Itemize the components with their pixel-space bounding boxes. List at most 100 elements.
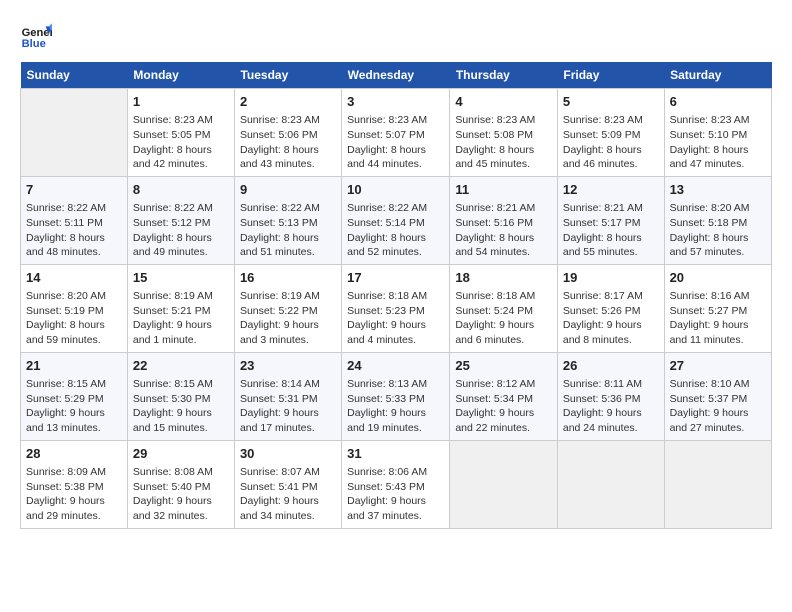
- day-info: Sunrise: 8:23 AMSunset: 5:09 PMDaylight:…: [563, 113, 659, 172]
- day-info: Sunrise: 8:17 AMSunset: 5:26 PMDaylight:…: [563, 289, 659, 348]
- day-number: 30: [240, 445, 336, 463]
- day-info: Sunrise: 8:21 AMSunset: 5:16 PMDaylight:…: [455, 201, 552, 260]
- day-cell: 4 Sunrise: 8:23 AMSunset: 5:08 PMDaylight…: [450, 89, 558, 177]
- day-info: Sunrise: 8:19 AMSunset: 5:22 PMDaylight:…: [240, 289, 336, 348]
- day-info: Sunrise: 8:23 AMSunset: 5:08 PMDaylight:…: [455, 113, 552, 172]
- day-cell: 1 Sunrise: 8:23 AMSunset: 5:05 PMDaylight…: [127, 89, 234, 177]
- day-info: Sunrise: 8:09 AMSunset: 5:38 PMDaylight:…: [26, 465, 122, 524]
- day-cell: 8 Sunrise: 8:22 AMSunset: 5:12 PMDaylight…: [127, 176, 234, 264]
- day-info: Sunrise: 8:23 AMSunset: 5:10 PMDaylight:…: [670, 113, 766, 172]
- day-cell: [664, 440, 771, 528]
- col-header-thursday: Thursday: [450, 62, 558, 89]
- day-cell: 15 Sunrise: 8:19 AMSunset: 5:21 PMDayligh…: [127, 264, 234, 352]
- day-info: Sunrise: 8:18 AMSunset: 5:23 PMDaylight:…: [347, 289, 444, 348]
- day-cell: 14Sunrise: 8:20 AMSunset: 5:19 PMDayligh…: [21, 264, 128, 352]
- day-number: 26: [563, 357, 659, 375]
- day-info: Sunrise: 8:07 AMSunset: 5:41 PMDaylight:…: [240, 465, 336, 524]
- day-cell: 25 Sunrise: 8:12 AMSunset: 5:34 PMDayligh…: [450, 352, 558, 440]
- day-number: 13: [670, 181, 766, 199]
- day-cell: 10 Sunrise: 8:22 AMSunset: 5:14 PMDayligh…: [342, 176, 450, 264]
- day-number: 27: [670, 357, 766, 375]
- day-info: Sunrise: 8:22 AMSunset: 5:11 PMDaylight:…: [26, 201, 122, 260]
- week-row-4: 21 Sunrise: 8:15 AMSunset: 5:29 PMDayligh…: [21, 352, 772, 440]
- page-header: General Blue: [20, 20, 772, 52]
- day-cell: 23 Sunrise: 8:14 AMSunset: 5:31 PMDayligh…: [234, 352, 341, 440]
- calendar-table: SundayMondayTuesdayWednesdayThursdayFrid…: [20, 62, 772, 529]
- day-number: 1: [133, 93, 229, 111]
- day-info: Sunrise: 8:20 AMSunset: 5:19 PMDaylight:…: [26, 289, 122, 348]
- col-header-wednesday: Wednesday: [342, 62, 450, 89]
- day-number: 6: [670, 93, 766, 111]
- day-cell: 3 Sunrise: 8:23 AMSunset: 5:07 PMDaylight…: [342, 89, 450, 177]
- day-number: 21: [26, 357, 122, 375]
- day-cell: [557, 440, 664, 528]
- week-row-2: 7Sunrise: 8:22 AMSunset: 5:11 PMDaylight…: [21, 176, 772, 264]
- day-number: 4: [455, 93, 552, 111]
- logo-icon: General Blue: [20, 20, 52, 52]
- day-number: 25: [455, 357, 552, 375]
- day-number: 3: [347, 93, 444, 111]
- col-header-friday: Friday: [557, 62, 664, 89]
- week-row-5: 28 Sunrise: 8:09 AMSunset: 5:38 PMDayligh…: [21, 440, 772, 528]
- day-info: Sunrise: 8:12 AMSunset: 5:34 PMDaylight:…: [455, 377, 552, 436]
- day-info: Sunrise: 8:08 AMSunset: 5:40 PMDaylight:…: [133, 465, 229, 524]
- day-cell: 30 Sunrise: 8:07 AMSunset: 5:41 PMDayligh…: [234, 440, 341, 528]
- day-cell: 6 Sunrise: 8:23 AMSunset: 5:10 PMDaylight…: [664, 89, 771, 177]
- day-number: 23: [240, 357, 336, 375]
- day-info: Sunrise: 8:13 AMSunset: 5:33 PMDaylight:…: [347, 377, 444, 436]
- day-cell: 11 Sunrise: 8:21 AMSunset: 5:16 PMDayligh…: [450, 176, 558, 264]
- logo: General Blue: [20, 20, 56, 52]
- day-info: Sunrise: 8:23 AMSunset: 5:07 PMDaylight:…: [347, 113, 444, 172]
- day-cell: 2 Sunrise: 8:23 AMSunset: 5:06 PMDaylight…: [234, 89, 341, 177]
- day-number: 10: [347, 181, 444, 199]
- day-cell: 27 Sunrise: 8:10 AMSunset: 5:37 PMDayligh…: [664, 352, 771, 440]
- day-info: Sunrise: 8:15 AMSunset: 5:29 PMDaylight:…: [26, 377, 122, 436]
- day-info: Sunrise: 8:14 AMSunset: 5:31 PMDaylight:…: [240, 377, 336, 436]
- day-info: Sunrise: 8:22 AMSunset: 5:14 PMDaylight:…: [347, 201, 444, 260]
- day-info: Sunrise: 8:19 AMSunset: 5:21 PMDaylight:…: [133, 289, 229, 348]
- day-cell: 28 Sunrise: 8:09 AMSunset: 5:38 PMDayligh…: [21, 440, 128, 528]
- day-info: Sunrise: 8:22 AMSunset: 5:12 PMDaylight:…: [133, 201, 229, 260]
- day-cell: [450, 440, 558, 528]
- calendar-header-row: SundayMondayTuesdayWednesdayThursdayFrid…: [21, 62, 772, 89]
- day-info: Sunrise: 8:21 AMSunset: 5:17 PMDaylight:…: [563, 201, 659, 260]
- day-number: 31: [347, 445, 444, 463]
- day-number: 24: [347, 357, 444, 375]
- day-number: 9: [240, 181, 336, 199]
- col-header-sunday: Sunday: [21, 62, 128, 89]
- day-cell: 12 Sunrise: 8:21 AMSunset: 5:17 PMDayligh…: [557, 176, 664, 264]
- day-info: Sunrise: 8:18 AMSunset: 5:24 PMDaylight:…: [455, 289, 552, 348]
- day-cell: 16 Sunrise: 8:19 AMSunset: 5:22 PMDayligh…: [234, 264, 341, 352]
- day-number: 28: [26, 445, 122, 463]
- day-cell: 29 Sunrise: 8:08 AMSunset: 5:40 PMDayligh…: [127, 440, 234, 528]
- day-cell: 13 Sunrise: 8:20 AMSunset: 5:18 PMDayligh…: [664, 176, 771, 264]
- day-info: Sunrise: 8:06 AMSunset: 5:43 PMDaylight:…: [347, 465, 444, 524]
- col-header-monday: Monday: [127, 62, 234, 89]
- day-cell: 9Sunrise: 8:22 AMSunset: 5:13 PMDaylight…: [234, 176, 341, 264]
- day-number: 2: [240, 93, 336, 111]
- day-cell: 21 Sunrise: 8:15 AMSunset: 5:29 PMDayligh…: [21, 352, 128, 440]
- day-cell: 18Sunrise: 8:18 AMSunset: 5:24 PMDayligh…: [450, 264, 558, 352]
- day-number: 11: [455, 181, 552, 199]
- week-row-1: 1 Sunrise: 8:23 AMSunset: 5:05 PMDaylight…: [21, 89, 772, 177]
- day-info: Sunrise: 8:10 AMSunset: 5:37 PMDaylight:…: [670, 377, 766, 436]
- col-header-saturday: Saturday: [664, 62, 771, 89]
- week-row-3: 14Sunrise: 8:20 AMSunset: 5:19 PMDayligh…: [21, 264, 772, 352]
- day-info: Sunrise: 8:23 AMSunset: 5:06 PMDaylight:…: [240, 113, 336, 172]
- day-info: Sunrise: 8:20 AMSunset: 5:18 PMDaylight:…: [670, 201, 766, 260]
- svg-text:Blue: Blue: [22, 38, 46, 50]
- day-cell: 22Sunrise: 8:15 AMSunset: 5:30 PMDayligh…: [127, 352, 234, 440]
- day-number: 16: [240, 269, 336, 287]
- day-info: Sunrise: 8:23 AMSunset: 5:05 PMDaylight:…: [133, 113, 229, 172]
- day-cell: 31 Sunrise: 8:06 AMSunset: 5:43 PMDayligh…: [342, 440, 450, 528]
- day-number: 12: [563, 181, 659, 199]
- day-number: 8: [133, 181, 229, 199]
- day-number: 15: [133, 269, 229, 287]
- day-number: 5: [563, 93, 659, 111]
- day-number: 29: [133, 445, 229, 463]
- day-cell: 26Sunrise: 8:11 AMSunset: 5:36 PMDayligh…: [557, 352, 664, 440]
- day-number: 20: [670, 269, 766, 287]
- day-cell: [21, 89, 128, 177]
- day-cell: 5 Sunrise: 8:23 AMSunset: 5:09 PMDaylight…: [557, 89, 664, 177]
- day-cell: 17Sunrise: 8:18 AMSunset: 5:23 PMDayligh…: [342, 264, 450, 352]
